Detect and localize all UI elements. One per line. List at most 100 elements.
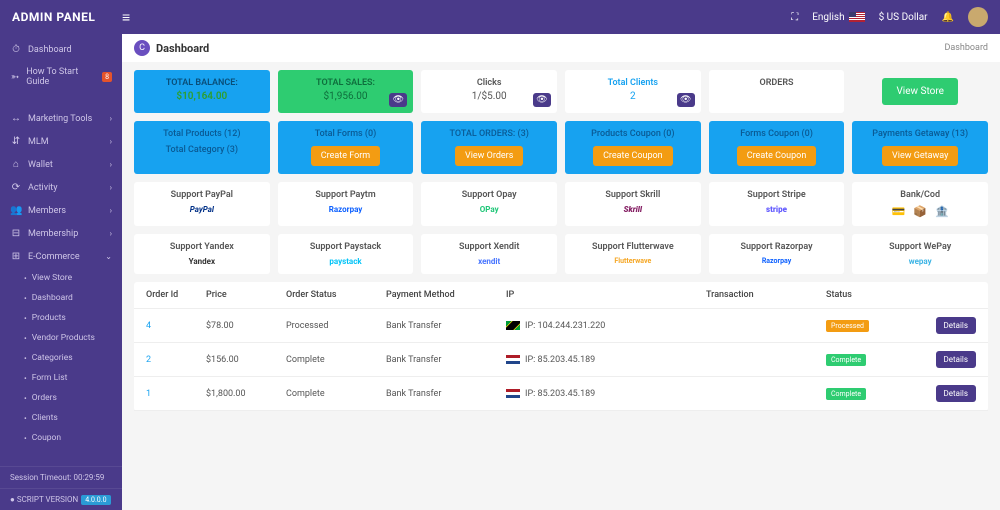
sidebar-subitem[interactable]: Vendor Products — [0, 328, 122, 348]
eye-icon[interactable]: 👁 — [533, 93, 551, 107]
card-orders: TOTAL ORDERS: (3)View Orders — [421, 121, 557, 174]
sidebar-item[interactable]: 👥 Members › — [0, 199, 122, 222]
provider-logo: Flutterwave — [571, 257, 695, 265]
sidebar-icon: ⊞ — [10, 251, 22, 262]
sidebar-item[interactable]: ↔Marketing Tools› — [0, 107, 122, 130]
payment-method: Bank Transfer — [386, 389, 506, 399]
details-button[interactable]: Details — [936, 385, 976, 402]
flag-icon — [849, 12, 865, 22]
create-coupon-button[interactable]: Create Coupon — [593, 146, 673, 166]
sidebar-subitem[interactable]: Orders — [0, 388, 122, 408]
sidebar-item[interactable]: ➳How To Start Guide8 — [0, 61, 122, 93]
currency-switch[interactable]: $ US Dollar — [879, 12, 928, 23]
orders-table: Order IdPriceOrder StatusPayment MethodI… — [134, 282, 988, 411]
provider-logo: stripe — [715, 205, 839, 214]
support-title: Support Flutterwave — [571, 242, 695, 252]
flag-icon — [506, 321, 520, 330]
sidebar-subitem[interactable]: Clients — [0, 408, 122, 428]
chevron-icon: › — [110, 114, 112, 123]
view-store-button[interactable]: View Store — [882, 78, 958, 105]
ip-cell: IP: 104.244.231.220 — [506, 321, 706, 331]
price: $156.00 — [206, 355, 286, 365]
support-title: Support Xendit — [427, 242, 551, 252]
sidebar-item[interactable]: ⊞E-Commerce⌄ — [0, 245, 122, 268]
sidebar-item-label: Members — [28, 206, 66, 216]
support-card: Support WePaywepay — [852, 234, 988, 274]
support-title: Support PayPal — [140, 190, 264, 200]
sidebar-item[interactable]: ⊟Membership› — [0, 222, 122, 245]
provider-logo: Razorpay — [715, 257, 839, 265]
sidebar-icon: ⟳ — [10, 182, 22, 193]
topbar: ADMIN PANEL ≡ ⛶ English $ US Dollar 🔔 — [0, 0, 1000, 34]
stat-clients: Total Clients2👁 — [565, 70, 701, 113]
script-version: ● SCRIPT VERSION4.0.0.0 — [0, 488, 122, 510]
payment-method: Bank Transfer — [386, 321, 506, 331]
page-title: Dashboard — [156, 42, 209, 55]
support-card: Support PaytmRazorpay — [278, 182, 414, 226]
sidebar-subitem[interactable]: Categories — [0, 348, 122, 368]
order-status: Complete — [286, 389, 386, 399]
sidebar-subitem[interactable]: Dashboard — [0, 288, 122, 308]
fullscreen-icon[interactable]: ⛶ — [791, 12, 798, 23]
price: $1,800.00 — [206, 389, 286, 399]
order-id[interactable]: 2 — [146, 355, 206, 365]
brand: ADMIN PANEL — [12, 10, 122, 24]
payment-method: Bank Transfer — [386, 355, 506, 365]
card-products: Total Products (12)Total Category (3) — [134, 121, 270, 174]
table-row: 2$156.00CompleteBank TransferIP: 85.203.… — [134, 343, 988, 377]
support-card: Support PayPalPayPal — [134, 182, 270, 226]
sidebar-item[interactable]: ⌂Wallet› — [0, 153, 122, 176]
details-button[interactable]: Details — [936, 317, 976, 334]
breadcrumb: Dashboard — [944, 43, 988, 53]
sidebar-icon: ⌂ — [10, 159, 22, 170]
sidebar-item[interactable]: ⟳Activity› — [0, 176, 122, 199]
flag-icon — [506, 389, 520, 398]
sidebar-item-label: Dashboard — [28, 45, 72, 55]
order-id[interactable]: 1 — [146, 389, 206, 399]
sidebar-item[interactable]: ⇵MLM› — [0, 130, 122, 153]
sidebar: ⏱ Dashboard ➳How To Start Guide8 ↔Marketing… — [0, 34, 122, 510]
table-row: 1$1,800.00CompleteBank TransferIP: 85.20… — [134, 377, 988, 411]
chevron-icon: › — [110, 206, 112, 215]
provider-logo: Razorpay — [284, 205, 408, 214]
card-forms-coupon: Forms Coupon (0)Create Coupon — [709, 121, 845, 174]
sidebar-subitem[interactable]: View Store — [0, 268, 122, 288]
support-title: Support Opay — [427, 190, 551, 200]
view-gateway-button[interactable]: View Getaway — [882, 146, 958, 166]
sidebar-subitem[interactable]: Form List — [0, 368, 122, 388]
support-title: Support Yandex — [140, 242, 264, 252]
price: $78.00 — [206, 321, 286, 331]
eye-icon[interactable]: 👁 — [389, 93, 407, 107]
eye-icon[interactable]: 👁 — [677, 93, 695, 107]
support-card: Support Stripestripe — [709, 182, 845, 226]
status-badge: Processed — [826, 320, 869, 332]
page-icon: C — [134, 40, 150, 56]
create-coupon-button[interactable]: Create Coupon — [737, 146, 817, 166]
page-header: C Dashboard Dashboard — [122, 34, 1000, 62]
avatar[interactable] — [968, 7, 988, 27]
language-switch[interactable]: English — [812, 12, 864, 23]
table-row: 4$78.00ProcessedBank TransferIP: 104.244… — [134, 309, 988, 343]
sidebar-subitem[interactable]: Products — [0, 308, 122, 328]
sidebar-icon: ⇵ — [10, 136, 22, 147]
sidebar-item-label: Membership — [28, 229, 78, 239]
bell-icon[interactable]: 🔔 — [942, 12, 954, 23]
sidebar-item[interactable]: ⏱ Dashboard — [0, 38, 122, 61]
sidebar-item-label: How To Start Guide — [26, 67, 92, 87]
support-card: Bank/Cod💳📦🏦 — [852, 182, 988, 226]
create-form-button[interactable]: Create Form — [311, 146, 380, 166]
sidebar-icon: ⏱ — [10, 44, 22, 55]
chevron-icon: › — [110, 160, 112, 169]
order-id[interactable]: 4 — [146, 321, 206, 331]
sidebar-subitem[interactable]: Coupon — [0, 428, 122, 448]
sidebar-item-label: Activity — [28, 183, 57, 193]
sidebar-icon: 👥 — [10, 205, 22, 216]
chevron-icon: ⌄ — [105, 252, 112, 261]
sidebar-item-label: MLM — [28, 137, 49, 147]
menu-toggle-icon[interactable]: ≡ — [122, 9, 130, 26]
details-button[interactable]: Details — [936, 351, 976, 368]
view-orders-button[interactable]: View Orders — [455, 146, 523, 166]
sidebar-icon: ↔ — [10, 113, 22, 124]
provider-logo: Skrill — [571, 205, 695, 214]
order-status: Processed — [286, 321, 386, 331]
